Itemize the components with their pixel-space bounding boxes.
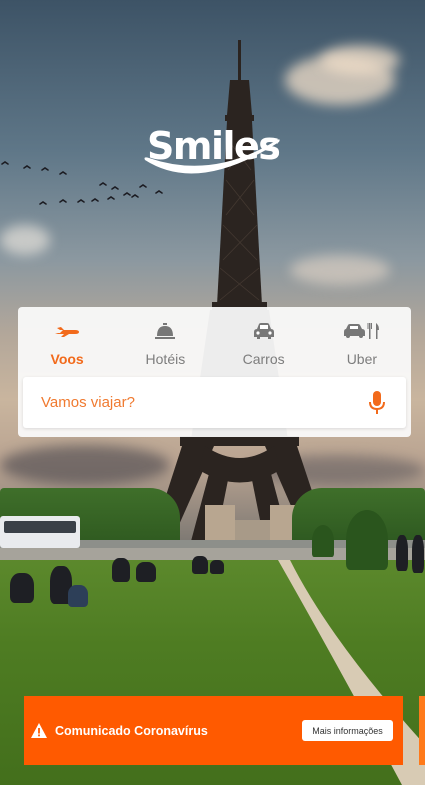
logo-smile-swoosh <box>144 139 280 174</box>
car-restaurant-icon <box>313 321 411 341</box>
search-card: Voos Hotéis Carros Uber <box>18 307 411 437</box>
warning-icon <box>31 723 47 738</box>
tab-hoteis[interactable]: Hotéis <box>116 307 214 375</box>
smiles-logo: Smiles <box>143 124 285 186</box>
person <box>192 556 208 574</box>
car-icon <box>215 321 313 341</box>
person <box>68 585 88 607</box>
person <box>112 558 130 582</box>
hotel-bell-icon <box>116 321 214 341</box>
bush <box>312 525 334 557</box>
person <box>396 535 408 571</box>
product-tabs: Voos Hotéis Carros Uber <box>18 307 411 375</box>
person <box>412 535 424 573</box>
banner-text: Comunicado Coronavírus <box>55 724 208 738</box>
coronavirus-notice-banner[interactable]: Comunicado Coronavírus Mais informações <box>24 696 403 765</box>
person <box>210 560 224 574</box>
tab-uber[interactable]: Uber <box>313 307 411 375</box>
person <box>136 562 156 582</box>
tab-label: Uber <box>346 351 378 367</box>
search-box <box>23 377 406 428</box>
tab-label: Voos <box>50 351 84 367</box>
next-banner-peek[interactable] <box>419 696 425 765</box>
microphone-icon[interactable] <box>366 391 388 415</box>
tab-voos[interactable]: Voos <box>18 307 116 375</box>
airplane-icon <box>18 321 116 341</box>
more-info-button[interactable]: Mais informações <box>302 720 393 741</box>
tour-bus <box>0 516 80 548</box>
tab-label: Hotéis <box>145 351 186 367</box>
person <box>10 573 34 603</box>
bush <box>346 510 388 570</box>
tab-label: Carros <box>242 351 285 367</box>
search-input[interactable] <box>41 377 361 428</box>
tab-carros[interactable]: Carros <box>215 307 313 375</box>
